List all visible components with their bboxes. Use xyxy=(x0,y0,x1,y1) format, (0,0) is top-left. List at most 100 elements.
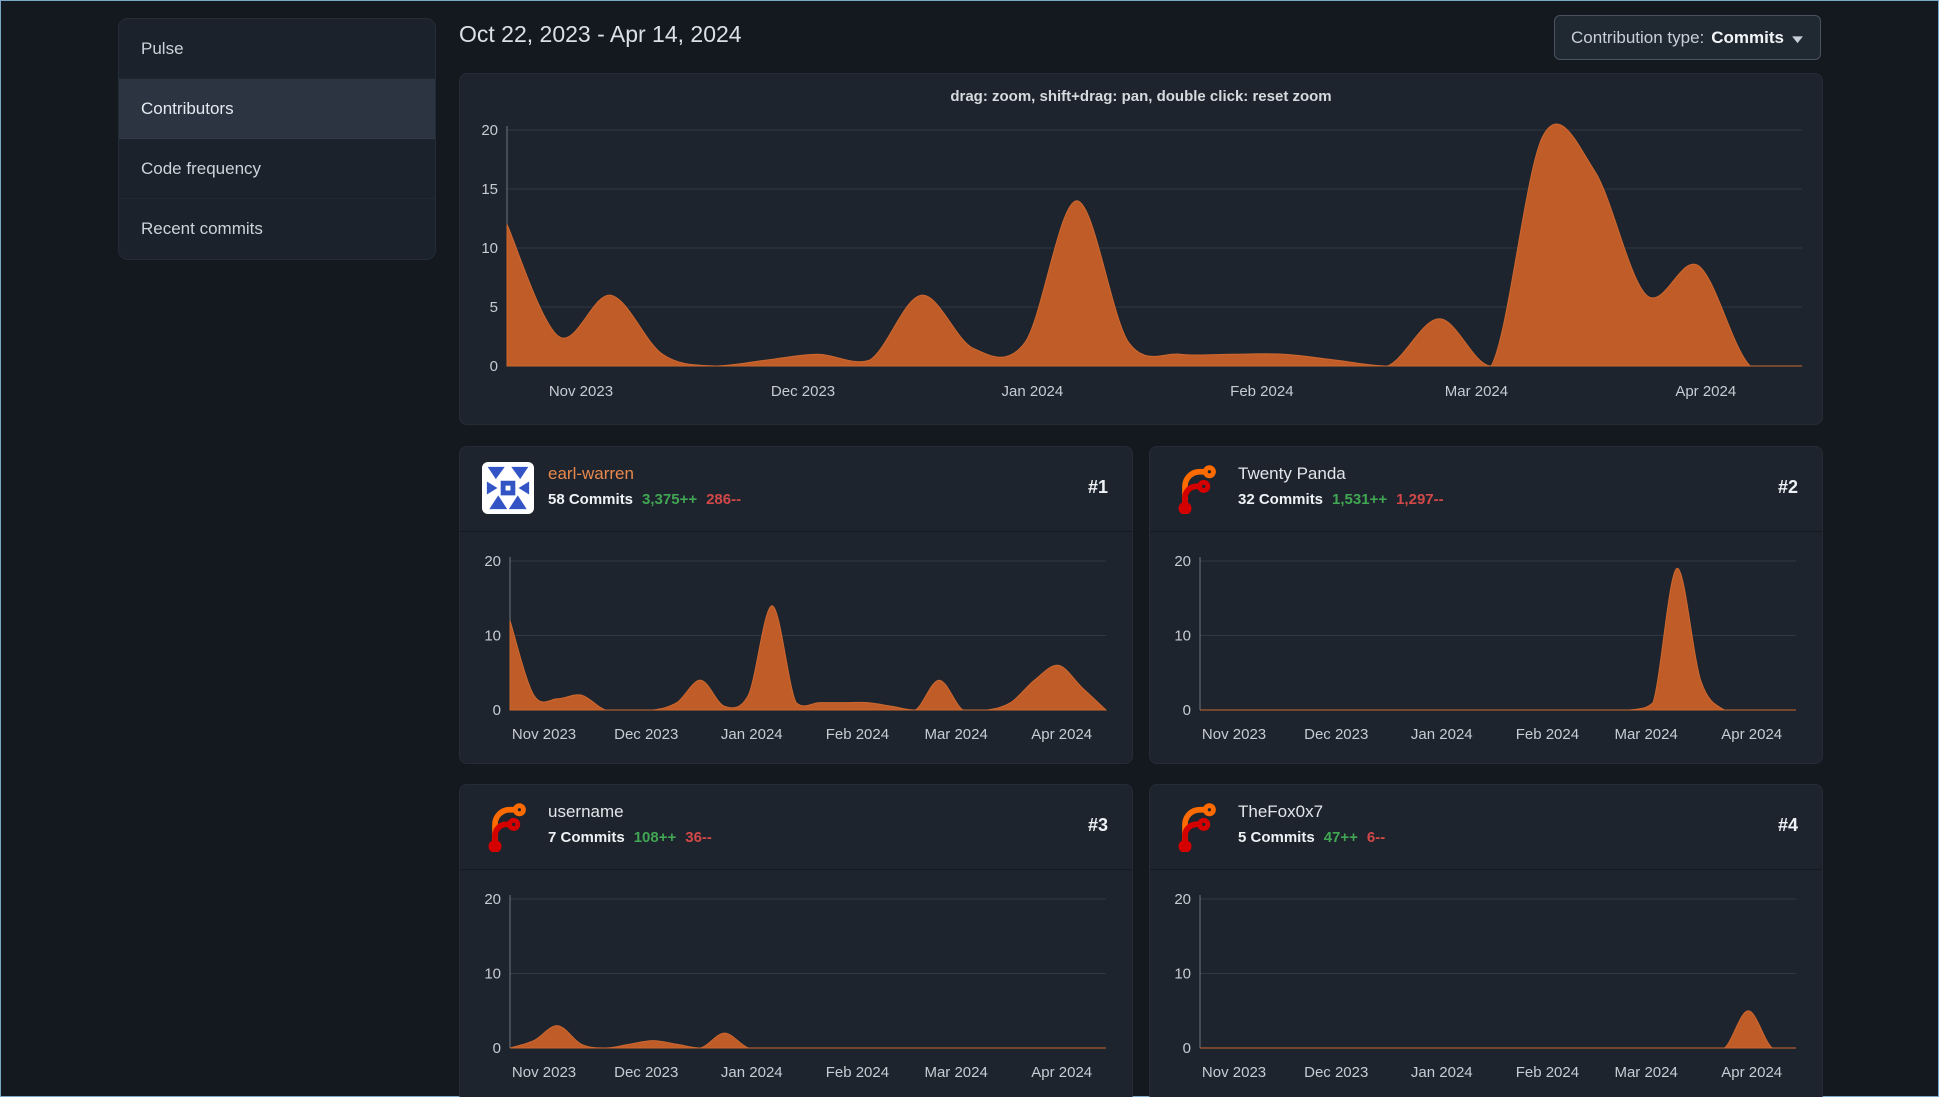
svg-text:Dec 2023: Dec 2023 xyxy=(771,383,835,400)
svg-text:Jan 2024: Jan 2024 xyxy=(721,1064,783,1081)
contributor-card-header: earl-warren 58 Commits 3,375++ 286-- #1 xyxy=(460,447,1132,532)
svg-text:Apr 2024: Apr 2024 xyxy=(1031,1064,1092,1081)
contributor-cards-grid: earl-warren 58 Commits 3,375++ 286-- #1 … xyxy=(459,446,1823,1097)
svg-text:20: 20 xyxy=(481,122,498,139)
sidebar-item-pulse[interactable]: Pulse xyxy=(119,19,435,79)
contributor-name-link[interactable]: earl-warren xyxy=(548,464,634,484)
deletions-count: 1,297-- xyxy=(1396,491,1444,508)
commit-count: 58 Commits xyxy=(548,491,634,508)
svg-text:20: 20 xyxy=(484,553,501,570)
svg-text:Mar 2024: Mar 2024 xyxy=(1445,383,1508,400)
overall-contributions-panel: drag: zoom, shift+drag: pan, double clic… xyxy=(459,73,1823,425)
contributor-stats: 7 Commits 108++ 36-- xyxy=(548,829,712,846)
contributor-name-link[interactable]: TheFox0x7 xyxy=(1238,802,1323,822)
contributors-page: { "header": { "date_range": "Oct 22, 202… xyxy=(0,0,1939,1097)
svg-text:20: 20 xyxy=(1174,891,1191,908)
svg-text:Mar 2024: Mar 2024 xyxy=(924,726,987,743)
additions-count: 47++ xyxy=(1323,829,1358,846)
contributor-avatar xyxy=(1172,800,1224,852)
sidebar-item-contributors[interactable]: Contributors xyxy=(119,79,435,139)
contributor-card: Twenty Panda 32 Commits 1,531++ 1,297-- … xyxy=(1149,446,1823,764)
svg-text:Nov 2023: Nov 2023 xyxy=(1202,1064,1266,1081)
contributor-rank-badge: #3 xyxy=(1087,815,1108,835)
overall-commits-chart[interactable]: 0 5 10 15 20 Nov 2023 Dec 2023 Jan 2024 Feb 2024… xyxy=(460,74,1822,424)
svg-text:Dec 2023: Dec 2023 xyxy=(614,1064,678,1081)
contributor-name-link[interactable]: username xyxy=(548,802,624,822)
svg-text:Mar 2024: Mar 2024 xyxy=(924,1064,987,1081)
contribution-type-label: Contribution type: xyxy=(1571,27,1705,47)
svg-text:15: 15 xyxy=(481,181,498,198)
contributor-rank-badge: #4 xyxy=(1777,815,1798,835)
svg-text:Jan 2024: Jan 2024 xyxy=(1002,383,1064,400)
contributor-card: earl-warren 58 Commits 3,375++ 286-- #1 … xyxy=(459,446,1133,764)
svg-text:Nov 2023: Nov 2023 xyxy=(1202,726,1266,743)
commit-count: 5 Commits xyxy=(1238,829,1315,846)
svg-text:Feb 2024: Feb 2024 xyxy=(1230,383,1293,400)
contributor-commits-chart[interactable]: 0 10 20 Nov 2023 Dec 2023 Jan 2024 Feb 2024 Mar… xyxy=(460,870,1132,1097)
contributor-card-header: username 7 Commits 108++ 36-- #3 xyxy=(460,785,1132,870)
contribution-type-value: Commits xyxy=(1711,27,1784,47)
additions-count: 108++ xyxy=(633,829,677,846)
svg-text:20: 20 xyxy=(484,891,501,908)
contributor-name-link[interactable]: Twenty Panda xyxy=(1238,464,1346,484)
commit-count: 32 Commits xyxy=(1238,491,1324,508)
deletions-count: 6-- xyxy=(1366,829,1386,846)
svg-text:Feb 2024: Feb 2024 xyxy=(1516,1064,1579,1081)
contributor-stats: 58 Commits 3,375++ 286-- xyxy=(548,491,741,508)
svg-text:Mar 2024: Mar 2024 xyxy=(1614,1064,1677,1081)
svg-text:10: 10 xyxy=(484,966,501,983)
contributor-avatar xyxy=(482,462,534,514)
contributor-card: TheFox0x7 5 Commits 47++ 6-- #4 0 10 20 Nov… xyxy=(1149,784,1823,1097)
contributor-commits-chart[interactable]: 0 10 20 Nov 2023 Dec 2023 Jan 2024 Feb 2024 Mar… xyxy=(1150,870,1822,1097)
svg-text:Dec 2023: Dec 2023 xyxy=(614,726,678,743)
chart-zoom-hint: drag: zoom, shift+drag: pan, double clic… xyxy=(950,88,1332,105)
svg-text:Jan 2024: Jan 2024 xyxy=(1411,1064,1473,1081)
contributor-card-header: Twenty Panda 32 Commits 1,531++ 1,297-- … xyxy=(1150,447,1822,532)
contributor-commits-chart[interactable]: 0 10 20 Nov 2023 Dec 2023 Jan 2024 Feb 2024 Mar… xyxy=(1150,532,1822,763)
svg-text:10: 10 xyxy=(481,240,498,257)
svg-text:20: 20 xyxy=(1174,553,1191,570)
svg-text:Mar 2024: Mar 2024 xyxy=(1614,726,1677,743)
svg-text:Feb 2024: Feb 2024 xyxy=(826,726,889,743)
svg-text:Jan 2024: Jan 2024 xyxy=(721,726,783,743)
svg-text:Apr 2024: Apr 2024 xyxy=(1721,1064,1782,1081)
sidebar-item-recent-commits[interactable]: Recent commits xyxy=(119,199,435,259)
svg-text:10: 10 xyxy=(1174,628,1191,645)
svg-text:10: 10 xyxy=(1174,966,1191,983)
additions-count: 1,531++ xyxy=(1332,491,1388,508)
svg-text:0: 0 xyxy=(493,1040,501,1057)
additions-count: 3,375++ xyxy=(642,491,698,508)
contributor-card: username 7 Commits 108++ 36-- #3 0 10 20 No… xyxy=(459,784,1133,1097)
contribution-type-dropdown[interactable]: Contribution type: Commits xyxy=(1554,15,1821,60)
svg-text:Feb 2024: Feb 2024 xyxy=(826,1064,889,1081)
deletions-count: 36-- xyxy=(685,829,712,846)
svg-text:Dec 2023: Dec 2023 xyxy=(1304,726,1368,743)
svg-text:0: 0 xyxy=(1183,1040,1191,1057)
svg-text:0: 0 xyxy=(1183,702,1191,719)
svg-text:Feb 2024: Feb 2024 xyxy=(1516,726,1579,743)
svg-text:Apr 2024: Apr 2024 xyxy=(1675,383,1736,400)
contributor-commits-chart[interactable]: 0 10 20 Nov 2023 Dec 2023 Jan 2024 Feb 2024 Mar… xyxy=(460,532,1132,763)
contributor-avatar xyxy=(1172,462,1224,514)
svg-text:Apr 2024: Apr 2024 xyxy=(1031,726,1092,743)
svg-text:Jan 2024: Jan 2024 xyxy=(1411,726,1473,743)
contributor-avatar xyxy=(482,800,534,852)
sidebar-item-code-frequency[interactable]: Code frequency xyxy=(119,139,435,199)
svg-text:Nov 2023: Nov 2023 xyxy=(512,1064,576,1081)
svg-text:0: 0 xyxy=(493,702,501,719)
svg-text:Dec 2023: Dec 2023 xyxy=(1304,1064,1368,1081)
contributor-stats: 5 Commits 47++ 6-- xyxy=(1238,829,1385,846)
svg-text:Nov 2023: Nov 2023 xyxy=(549,383,613,400)
deletions-count: 286-- xyxy=(706,491,742,508)
svg-text:Nov 2023: Nov 2023 xyxy=(512,726,576,743)
contributor-card-header: TheFox0x7 5 Commits 47++ 6-- #4 xyxy=(1150,785,1822,870)
contributor-rank-badge: #2 xyxy=(1777,477,1798,497)
contributor-stats: 32 Commits 1,531++ 1,297-- xyxy=(1238,491,1444,508)
contributor-rank-badge: #1 xyxy=(1087,477,1108,497)
date-range-title: Oct 22, 2023 - Apr 14, 2024 xyxy=(459,21,742,47)
svg-text:Apr 2024: Apr 2024 xyxy=(1721,726,1782,743)
commit-count: 7 Commits xyxy=(548,829,625,846)
svg-text:10: 10 xyxy=(484,628,501,645)
repo-activity-menu: Pulse Contributors Code frequency Recent… xyxy=(118,18,436,260)
chevron-down-icon xyxy=(1792,35,1803,43)
